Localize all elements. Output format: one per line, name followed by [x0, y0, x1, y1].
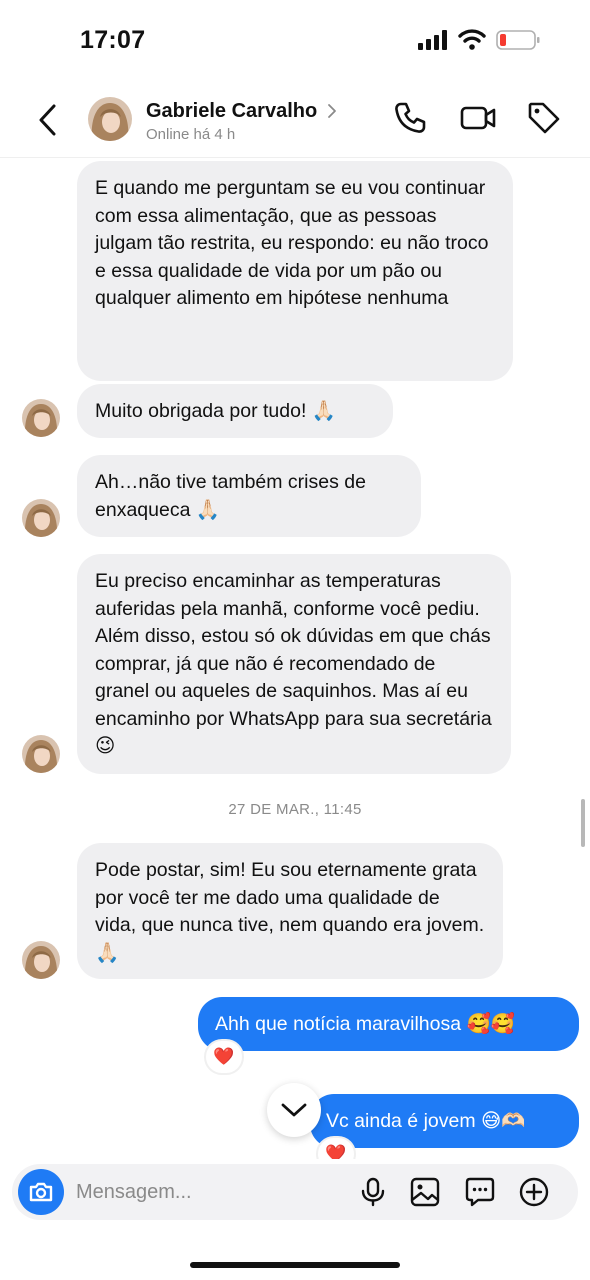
contact-name: Gabriele Carvalho: [146, 99, 318, 122]
camera-icon: [29, 1182, 53, 1202]
message-bubble-incoming[interactable]: Ah…não tive também crises de enxaqueca 🙏…: [77, 455, 421, 537]
heart-reaction-icon[interactable]: ❤️: [204, 1039, 244, 1075]
avatar[interactable]: [22, 941, 60, 979]
wifi-icon: [458, 29, 486, 50]
sticker-icon[interactable]: [464, 1176, 496, 1208]
clock: 17:07: [80, 26, 146, 54]
battery-icon: [496, 30, 540, 50]
tag-icon[interactable]: [526, 100, 562, 136]
back-icon[interactable]: [32, 100, 66, 140]
contact-status: Online há 4 h: [146, 126, 236, 143]
chevron-right-icon: [328, 104, 337, 118]
plus-icon[interactable]: [518, 1176, 550, 1208]
message-timestamp: 27 DE MAR., 11:45: [228, 801, 362, 818]
scroll-to-bottom-button[interactable]: [267, 1083, 321, 1137]
camera-button[interactable]: [18, 1169, 64, 1215]
message-input[interactable]: [76, 1178, 336, 1206]
message-bubble-incoming[interactable]: E quando me perguntam se eu vou continua…: [77, 161, 513, 381]
microphone-icon[interactable]: [357, 1176, 389, 1208]
contact-name-link[interactable]: Gabriele Carvalho: [146, 98, 337, 124]
message-composer: [12, 1164, 578, 1220]
video-call-icon[interactable]: [460, 100, 496, 136]
phone-icon[interactable]: [392, 100, 428, 136]
status-bar: 17:07: [0, 0, 590, 80]
message-bubble-incoming[interactable]: Pode postar, sim! Eu sou eternamente gra…: [77, 843, 503, 979]
avatar[interactable]: [22, 499, 60, 537]
reaction-emoji: ❤️: [325, 1144, 347, 1159]
message-bubble-outgoing[interactable]: Vc ainda é jovem 😅🫶🏻: [310, 1094, 579, 1148]
reaction-emoji: ❤️: [213, 1047, 235, 1066]
message-bubble-incoming[interactable]: Eu preciso encaminhar as temperaturas au…: [77, 554, 511, 774]
cellular-signal-icon: [418, 30, 447, 50]
avatar[interactable]: [88, 97, 132, 141]
home-indicator: [190, 1262, 400, 1268]
message-bubble-outgoing[interactable]: Ahh que notícia maravilhosa 🥰🥰: [198, 997, 579, 1051]
message-thread[interactable]: E quando me perguntam se eu vou continua…: [0, 159, 590, 1159]
avatar[interactable]: [22, 399, 60, 437]
scrollbar[interactable]: [581, 799, 585, 847]
avatar[interactable]: [22, 735, 60, 773]
chevron-down-icon: [281, 1103, 307, 1117]
gallery-icon[interactable]: [409, 1176, 441, 1208]
chat-header: Gabriele Carvalho Online há 4 h: [0, 80, 590, 158]
message-bubble-incoming[interactable]: Muito obrigada por tudo! 🙏🏻: [77, 384, 393, 438]
